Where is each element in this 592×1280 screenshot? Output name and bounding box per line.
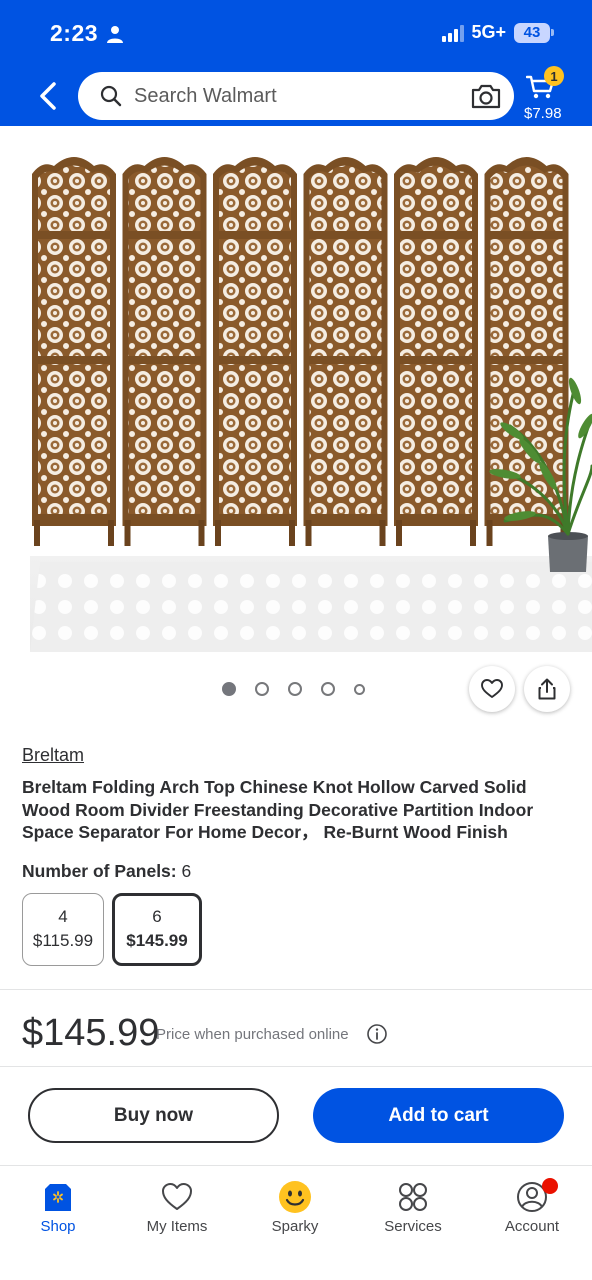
divider-panel — [122, 157, 207, 546]
variant-label-value: 6 — [181, 861, 192, 881]
product-price: $145.99 — [22, 1012, 160, 1054]
cart-total: $7.98 — [524, 105, 562, 122]
carousel-dot[interactable] — [288, 682, 302, 696]
heart-icon — [162, 1183, 192, 1210]
price-note: Price when purchased online — [156, 1026, 349, 1043]
nav-item-services[interactable]: Services — [363, 1180, 463, 1235]
variant-option-price: $115.99 — [32, 931, 94, 950]
nav-item-sparky[interactable]: Sparky — [245, 1180, 345, 1235]
cart-count-badge: 1 — [544, 66, 564, 86]
variant-option-6-panels[interactable]: 6 $145.99 — [112, 893, 202, 966]
divider-shadow — [30, 562, 592, 652]
room-divider-illustration — [30, 157, 592, 652]
search-icon — [100, 85, 122, 107]
battery-icon: 43 — [514, 22, 554, 43]
nav-item-account[interactable]: Account — [482, 1178, 582, 1235]
variant-label: Number of Panels: 6 — [22, 861, 191, 882]
divider-panel — [303, 157, 388, 546]
cart-button[interactable]: 1 $7.98 — [522, 66, 566, 122]
divider-panel — [32, 157, 116, 546]
divider-panel — [213, 157, 297, 546]
search-input[interactable] — [134, 83, 454, 109]
nav-label: My Items — [146, 1218, 208, 1235]
share-icon — [538, 678, 556, 700]
camera-icon[interactable] — [470, 82, 502, 110]
signal-icon — [442, 24, 465, 42]
carousel-dot[interactable] — [222, 682, 236, 696]
carousel-dot[interactable] — [321, 682, 335, 696]
variant-option-4-panels[interactable]: 4 $115.99 — [22, 893, 104, 966]
favorite-button[interactable] — [469, 666, 515, 712]
variant-option-price: $145.99 — [126, 931, 188, 950]
carousel-dot[interactable] — [255, 682, 269, 696]
search-bar[interactable] — [78, 72, 514, 120]
person-icon — [107, 26, 123, 43]
variant-label-name: Number of Panels: — [22, 861, 177, 881]
variant-option-panels: 4 — [58, 907, 68, 926]
nav-item-my-items[interactable]: My Items — [127, 1180, 227, 1235]
brand-link[interactable]: Breltam — [22, 745, 84, 766]
network-type: 5G+ — [471, 22, 506, 42]
services-icon — [399, 1183, 427, 1211]
info-icon[interactable] — [366, 1023, 388, 1045]
product-image[interactable] — [0, 126, 592, 652]
nav-label: Services — [384, 1218, 442, 1235]
app-header: 2:23 5G+ 43 Search Walmart 1 $7.98 — [0, 0, 592, 126]
status-time: 2:23 — [50, 20, 99, 46]
bottom-navigation: Shop My Items Sparky Services Account — [0, 1165, 592, 1280]
nav-label: Sparky — [271, 1218, 319, 1235]
add-to-cart-button[interactable]: Add to cart — [313, 1088, 564, 1143]
back-button[interactable] — [32, 78, 64, 114]
shop-icon — [45, 1184, 71, 1211]
sparky-icon — [279, 1181, 311, 1213]
buy-now-button[interactable]: Buy now — [28, 1088, 279, 1143]
divider-panels — [32, 157, 569, 546]
product-title: Breltam Folding Arch Top Chinese Knot Ho… — [22, 777, 534, 842]
carousel-dot[interactable] — [354, 683, 365, 695]
heart-icon — [481, 679, 503, 698]
chevron-left-icon — [40, 82, 56, 110]
carousel-dots[interactable] — [222, 682, 365, 696]
battery-level: 43 — [514, 22, 550, 43]
divider — [0, 1066, 592, 1067]
divider-panel — [394, 157, 478, 546]
share-button[interactable] — [524, 666, 570, 712]
notification-badge — [542, 1178, 558, 1194]
status-indicators: 5G+ 43 — [442, 22, 554, 43]
variant-option-panels: 6 — [152, 907, 162, 926]
nav-item-shop[interactable]: Shop — [8, 1180, 108, 1235]
nav-label: Account — [504, 1218, 560, 1235]
nav-label: Shop — [40, 1218, 76, 1235]
divider — [0, 989, 592, 990]
